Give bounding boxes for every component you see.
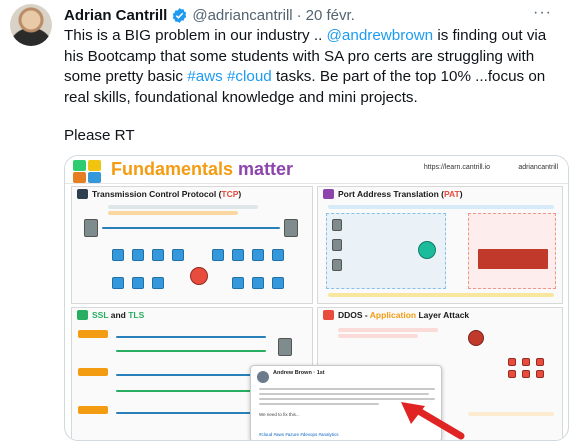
poster-header: Fundamentals matter https://learn.cantri…: [65, 156, 568, 184]
tweet-header: Adrian Cantrill @adriancantrill · 20 fév…: [64, 4, 355, 26]
overlay-text-line: [259, 393, 429, 395]
overlay-hashtags: #cloud #aws #azure #devops #analytics: [259, 432, 339, 437]
tcp-panel-icon: [77, 189, 88, 199]
pat-host-icon: [332, 259, 342, 271]
tcp-panel: Transmission Control Protocol (TCP): [71, 186, 313, 304]
bot-icon: [536, 370, 544, 378]
ssl-title-prefix: SSL: [92, 310, 109, 320]
bot-icon: [536, 358, 544, 366]
cantrill-logo-icon: [73, 160, 103, 183]
tcp-segment-icon: [152, 277, 164, 289]
pat-host-icon: [332, 239, 342, 251]
tcp-segment-icon: [152, 249, 164, 261]
author-name[interactable]: Adrian Cantrill: [64, 7, 167, 24]
ddos-text-bar: [338, 328, 438, 332]
pat-panel-title: Port Address Translation (PAT): [338, 189, 463, 199]
hashtag-cloud-link[interactable]: #cloud: [227, 68, 272, 85]
pat-text-bar: [328, 293, 554, 297]
poster-link-text: https://learn.cantrill.io: [423, 164, 490, 171]
pat-nat-gateway-icon: [418, 241, 436, 259]
tcp-title-prefix: Transmission Control Protocol (: [92, 189, 222, 199]
tcp-segment-icon: [232, 277, 244, 289]
more-options-icon[interactable]: ···: [533, 4, 552, 22]
pat-table: [478, 249, 548, 269]
mention-link[interactable]: @andrewbrown: [327, 27, 434, 44]
overlay-snippet: We need to fix this...: [259, 412, 300, 417]
tweet-text: This is a BIG problem in our industry ..…: [64, 26, 564, 108]
tcp-router-icon: [190, 267, 208, 285]
bot-icon: [508, 370, 516, 378]
tweet-text-rt: Please RT: [64, 127, 135, 144]
overlay-author-name: Andrew Brown · 1st: [273, 370, 325, 376]
tcp-panel-title: Transmission Control Protocol (TCP): [92, 189, 241, 199]
ssl-step-label: [78, 368, 108, 376]
tcp-segment-icon: [172, 249, 184, 261]
ddos-panel-title: DDOS - Application Layer Attack: [338, 310, 469, 320]
ssl-title-mid: and: [108, 310, 129, 320]
tcp-segment-icon: [272, 249, 284, 261]
hashtag-aws-link[interactable]: #aws: [187, 68, 222, 85]
ssl-message-line: [116, 374, 266, 376]
tcp-segment-icon: [252, 277, 264, 289]
tcp-segment-icon: [112, 249, 124, 261]
pat-panel-icon: [323, 189, 334, 199]
author-handle[interactable]: @adriancantrill: [192, 7, 292, 24]
tcp-text-bar: [108, 211, 238, 215]
pat-text-bar: [328, 205, 554, 209]
tweet-text-part: This is a BIG problem in our industry ..: [64, 27, 327, 44]
ddos-panel-icon: [323, 310, 334, 320]
pat-title-suffix: ): [459, 189, 463, 199]
poster-title-word2: matter: [238, 159, 294, 179]
tcp-title-highlight: TCP: [221, 189, 239, 199]
ssl-message-line: [116, 390, 266, 392]
author-avatar[interactable]: [10, 4, 52, 46]
ssl-message-line: [116, 336, 266, 338]
ssl-panel-icon: [77, 310, 88, 320]
pat-host-icon: [332, 219, 342, 231]
server-icon: [284, 219, 298, 237]
tcp-segment-icon: [272, 277, 284, 289]
tcp-segment-icon: [112, 277, 124, 289]
poster-handle-text: adriancantrill: [518, 164, 558, 171]
ssl-server-icon: [278, 338, 292, 356]
bot-icon: [522, 370, 530, 378]
ssl-tls-panel-title: SSL and TLS: [92, 310, 144, 320]
pat-panel: Port Address Translation (PAT): [317, 186, 563, 304]
ddos-text-bar: [468, 412, 554, 416]
pat-title-prefix: Port Address Translation (: [338, 189, 444, 199]
attacker-icon: [468, 330, 484, 346]
ddos-title-suffix: Layer Attack: [416, 310, 470, 320]
tcp-segment-icon: [232, 249, 244, 261]
tcp-title-suffix: ): [238, 189, 242, 199]
tcp-segment-icon: [132, 249, 144, 261]
ssl-message-line: [116, 350, 266, 352]
verified-badge-icon: [171, 7, 188, 24]
tcp-segment-icon: [212, 249, 224, 261]
ssl-step-label: [78, 330, 108, 338]
tweet-media-image[interactable]: Fundamentals matter https://learn.cantri…: [64, 155, 569, 441]
ssl-step-label: [78, 406, 108, 414]
ssl-message-line: [116, 412, 266, 414]
tcp-segment-icon: [252, 249, 264, 261]
client-icon: [84, 219, 98, 237]
poster-title: Fundamentals matter: [111, 159, 293, 180]
header-separator: ·: [296, 6, 302, 24]
ddos-text-bar: [338, 334, 418, 338]
poster-title-word1: Fundamentals: [111, 159, 234, 179]
pat-title-highlight: PAT: [443, 189, 460, 199]
overlay-avatar: [257, 371, 269, 383]
bot-icon: [522, 358, 530, 366]
ssl-title-suffix: TLS: [128, 310, 145, 320]
overlay-text-line: [259, 403, 379, 405]
overlay-text-line: [259, 388, 435, 390]
tcp-connection-line: [102, 227, 280, 229]
red-arrow-icon: [401, 402, 465, 440]
tcp-text-bar: [108, 205, 258, 209]
tcp-segment-icon: [132, 277, 144, 289]
tweet-date[interactable]: 20 févr.: [306, 7, 355, 24]
ddos-title-prefix: DDOS -: [338, 310, 370, 320]
ddos-title-highlight: Application: [369, 310, 417, 320]
bot-icon: [508, 358, 516, 366]
